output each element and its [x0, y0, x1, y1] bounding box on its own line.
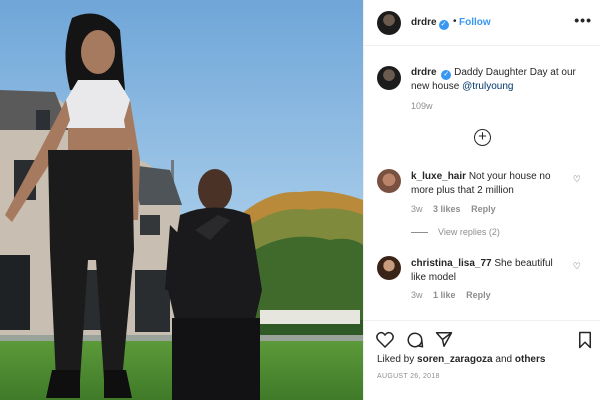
verified-badge-icon: ✓	[438, 20, 449, 30]
post-photo-scene	[0, 0, 363, 400]
liked-by-and: and	[495, 354, 513, 365]
comment-username[interactable]: k_luxe_hair	[411, 171, 466, 182]
liked-by-others-link[interactable]: others	[515, 354, 546, 365]
like-comment-heart-icon[interactable]: ♡	[573, 261, 581, 272]
liked-by-prefix: Liked by	[377, 354, 415, 365]
comment-time[interactable]: 3w	[411, 204, 423, 214]
comment-meta: 3w 3 likes Reply	[411, 204, 504, 214]
save-bookmark-icon[interactable]	[578, 331, 592, 349]
comment-reply-button[interactable]: Reply	[471, 204, 496, 214]
caption-timestamp[interactable]: 109w	[411, 101, 433, 111]
follow-button[interactable]: Follow	[459, 17, 491, 28]
liked-by-row: Liked by soren_zaragoza and others	[377, 354, 545, 365]
commenter-avatar[interactable]	[377, 169, 401, 193]
view-replies-line	[411, 232, 428, 234]
header-separator: •	[453, 16, 457, 27]
like-comment-heart-icon[interactable]: ♡	[573, 174, 581, 185]
author-username-row[interactable]: drdre ✓	[411, 17, 449, 30]
more-options-icon[interactable]: •••	[574, 12, 592, 28]
comment-text-block: christina_lisa_77 She beautiful like mod…	[411, 257, 569, 285]
post-date[interactable]: AUGUST 26, 2018	[377, 373, 440, 380]
like-heart-icon[interactable]	[376, 331, 394, 348]
plus-icon: +	[478, 128, 487, 145]
commenter-avatar[interactable]	[377, 256, 401, 280]
comment-reply-button[interactable]: Reply	[466, 290, 491, 300]
author-username[interactable]: drdre	[411, 17, 437, 28]
view-replies-button[interactable]: View replies (2)	[411, 227, 500, 237]
comment-username[interactable]: christina_lisa_77	[411, 258, 492, 269]
liked-by-user-link[interactable]: soren_zaragoza	[417, 354, 493, 365]
comment-bubble-icon[interactable]	[406, 331, 424, 349]
load-more-comments-button[interactable]: +	[474, 129, 491, 146]
share-send-icon[interactable]	[435, 331, 453, 348]
comment-likes-link[interactable]: 1 like	[433, 290, 456, 300]
comment-likes-link[interactable]: 3 likes	[433, 204, 461, 214]
post-header: drdre ✓ • Follow •••	[364, 0, 600, 46]
post-side-panel: drdre ✓ • Follow ••• drdre ✓ Daddy Daught…	[363, 0, 600, 400]
comment-text-block: k_luxe_hair Not your house no more plus …	[411, 170, 569, 198]
view-replies-label: View replies (2)	[438, 227, 500, 237]
post-photo[interactable]	[0, 0, 363, 400]
author-avatar[interactable]	[377, 11, 401, 35]
post-actions-bar: Liked by soren_zaragoza and others AUGUS…	[364, 320, 600, 400]
caption-text-block: drdre ✓ Daddy Daughter Day at our new ho…	[411, 66, 593, 94]
caption-username[interactable]: drdre	[411, 67, 437, 78]
comment-meta: 3w 1 like Reply	[411, 290, 499, 300]
verified-badge-icon: ✓	[441, 70, 452, 80]
comment-time[interactable]: 3w	[411, 290, 423, 300]
caption-author-avatar[interactable]	[377, 66, 401, 90]
caption-mention-link[interactable]: @trulyoung	[462, 81, 513, 92]
